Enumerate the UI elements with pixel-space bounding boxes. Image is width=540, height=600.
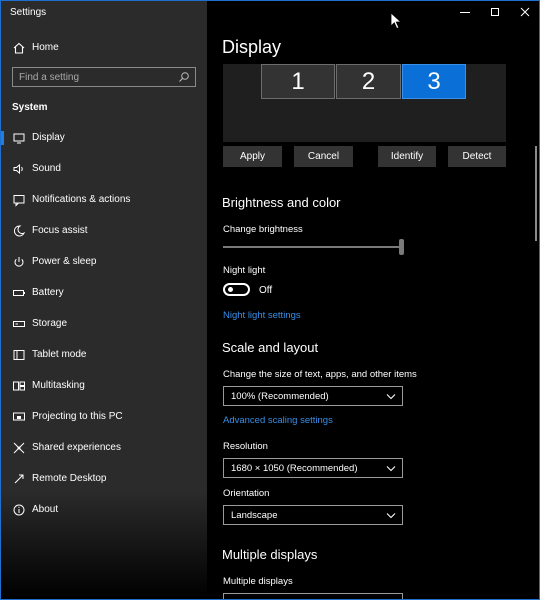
search-placeholder: Find a setting [19,72,80,83]
sidebar-item-label: Projecting to this PC [32,411,123,422]
multiple-displays-heading: Multiple displays [222,547,318,562]
page-title: Display [222,37,282,57]
brightness-slider[interactable] [223,246,401,248]
sidebar-item-shared-experiences[interactable]: Shared experiences [1,436,207,460]
speaker-icon [13,163,23,175]
home-icon [13,42,25,54]
settings-window: Settings Home Find a setting System Disp… [0,0,540,600]
scale-heading: Scale and layout [222,340,319,355]
sidebar-item-label: Tablet mode [32,349,87,360]
sidebar-item-battery[interactable]: Battery [1,281,207,305]
cancel-button[interactable]: Cancel [294,146,353,167]
remote-desktop-icon [14,474,24,484]
sidebar-item-label: Sound [32,163,61,174]
sidebar-item-label: About [32,504,59,515]
chevron-down-icon [386,513,396,519]
sidebar: Settings Home Find a setting System Disp… [1,1,207,599]
main-content: Display 1 2 3 Apply Cancel Identify Dete… [208,1,539,599]
sidebar-item-display[interactable]: Display [1,126,207,150]
sidebar-item-label: Focus assist [32,225,88,236]
scale-dropdown-value: 100% (Recommended) [231,391,329,402]
orientation-label: Orientation [223,488,270,499]
search-icon[interactable] [178,71,190,83]
sidebar-item-label: Remote Desktop [32,473,107,484]
window-title: Settings [10,7,47,18]
chevron-down-icon [386,394,396,400]
projecting-icon [13,412,25,421]
sidebar-item-tablet-mode[interactable]: Tablet mode [1,343,207,367]
monitor-icon [13,133,25,144]
brightness-slider-thumb[interactable] [399,239,404,255]
sidebar-item-remote-desktop[interactable]: Remote Desktop [1,467,207,491]
sidebar-item-label: Power & sleep [32,256,97,267]
multiple-displays-dropdown[interactable] [223,593,403,599]
night-light-settings-link[interactable]: Night light settings [223,310,301,321]
power-icon [14,257,24,267]
brightness-heading: Brightness and color [222,195,341,210]
sidebar-item-projecting[interactable]: Projecting to this PC [1,405,207,429]
monitor-arrangement: 1 2 3 [223,64,506,142]
sidebar-item-notifications[interactable]: Notifications & actions [1,188,207,212]
multitasking-icon [13,381,25,391]
monitor-1[interactable]: 1 [261,64,335,99]
storage-icon [13,321,25,327]
advanced-scaling-link[interactable]: Advanced scaling settings [223,415,333,426]
monitor-3[interactable]: 3 [402,64,466,99]
sidebar-item-about[interactable]: About [1,498,207,522]
orientation-dropdown[interactable]: Landscape [223,505,403,525]
cursor-icon [390,12,402,30]
multiple-displays-label: Multiple displays [223,576,293,587]
sidebar-item-storage[interactable]: Storage [1,312,207,336]
sidebar-item-label: Notifications & actions [32,194,131,205]
search-input[interactable]: Find a setting [12,67,196,87]
change-brightness-label: Change brightness [223,224,303,235]
identify-button[interactable]: Identify [378,146,436,167]
section-label-system: System [12,102,48,113]
sidebar-item-label: Battery [32,287,64,298]
sidebar-item-home[interactable]: Home [1,36,207,60]
apply-button[interactable]: Apply [223,146,282,167]
info-icon [13,504,25,516]
scrollbar[interactable] [535,146,537,241]
night-light-label: Night light [223,265,266,276]
size-label: Change the size of text, apps, and other… [223,369,417,380]
sidebar-item-power-sleep[interactable]: Power & sleep [1,250,207,274]
toggle-knob [228,287,233,292]
moon-icon [13,225,26,237]
sidebar-item-label: Home [32,42,59,53]
sidebar-item-label: Storage [32,318,68,329]
shared-experiences-icon [13,442,25,454]
resolution-label: Resolution [223,441,268,452]
scale-dropdown[interactable]: 100% (Recommended) [223,386,403,406]
sidebar-item-multitasking[interactable]: Multitasking [1,374,207,398]
resolution-dropdown[interactable]: 1680 × 1050 (Recommended) [223,458,403,478]
night-light-toggle[interactable] [223,283,250,296]
chevron-down-icon [386,466,396,472]
orientation-dropdown-value: Landscape [231,510,278,521]
resolution-dropdown-value: 1680 × 1050 (Recommended) [231,463,358,474]
sidebar-item-focus-assist[interactable]: Focus assist [1,219,207,243]
sidebar-item-label: Display [32,132,65,143]
sidebar-item-label: Multitasking [32,380,85,391]
monitor-2[interactable]: 2 [336,64,401,99]
sidebar-item-sound[interactable]: Sound [1,157,207,181]
battery-icon [13,290,25,296]
notification-icon [13,195,25,207]
detect-button[interactable]: Detect [448,146,506,167]
tablet-icon [13,350,25,360]
night-light-state: Off [259,285,273,296]
sidebar-item-label: Shared experiences [32,442,121,453]
